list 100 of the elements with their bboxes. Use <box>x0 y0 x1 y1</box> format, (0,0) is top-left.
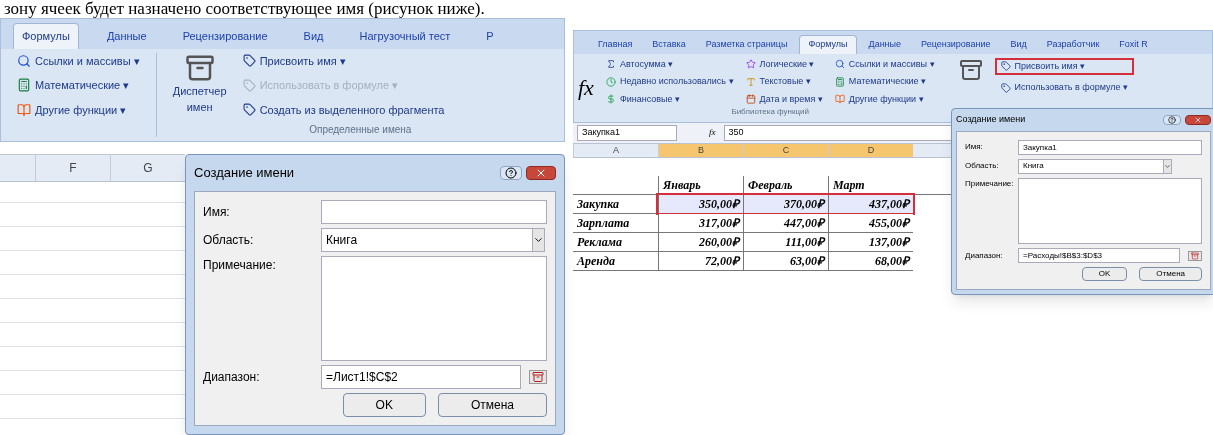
ribbon-menu-button[interactable]: Математические ▾ <box>17 77 140 94</box>
comment-field[interactable] <box>321 255 547 361</box>
tag-icon <box>242 78 256 92</box>
table-cell: 63,00₽ <box>743 252 828 270</box>
ribbon-menu-button[interactable]: Ссылки и массивы ▾ <box>834 57 935 71</box>
ribbon-menu-button[interactable]: Недавно использовались ▾ <box>605 75 734 89</box>
dropdown-value: Книга <box>326 231 358 249</box>
table-cell-text: Реклама <box>576 234 623 251</box>
field-label: Область: <box>965 160 1000 172</box>
clock-icon <box>605 76 616 87</box>
field-label: Область: <box>203 231 255 249</box>
ribbon-menu-button[interactable]: Дата и время ▾ <box>745 92 823 106</box>
ribbon-tab[interactable]: Разработчик <box>1038 36 1108 54</box>
ribbon-tab[interactable]: Рецензирование <box>913 36 999 54</box>
scope-dropdown[interactable]: Книга <box>321 227 545 252</box>
ribbon-menu-button[interactable]: Логические ▾ <box>745 57 823 71</box>
magnifier-icon <box>834 59 845 70</box>
collapse-dialog-button[interactable] <box>529 370 547 384</box>
calendar-icon <box>745 94 756 105</box>
column-header[interactable]: F <box>35 155 110 181</box>
field-label: Диапазон: <box>203 369 261 386</box>
ribbon-tab[interactable]: Формулы <box>799 35 857 54</box>
tag-icon <box>242 54 256 68</box>
range-input-field[interactable]: =Расходы!$B$3:$D$3 <box>1018 248 1180 263</box>
ribbon-menu-button[interactable]: Финансовые ▾ <box>605 92 734 106</box>
ribbon-menu-button[interactable]: Другие функции ▾ <box>17 101 140 118</box>
tag-icon <box>1000 82 1011 93</box>
dialog-title: Создание имени <box>194 164 295 182</box>
table-header-cell: Февраль <box>743 176 828 194</box>
table-cell: 437,00₽ <box>828 195 913 213</box>
ribbon-menu-button[interactable]: Автосумма ▾ <box>605 57 734 71</box>
table-cell: 370,00₽ <box>743 195 828 213</box>
field-label: Имя: <box>965 141 984 153</box>
ribbon-menu-button[interactable]: Математические ▾ <box>834 75 935 89</box>
close-button[interactable] <box>526 165 556 180</box>
table-cell: 137,00₽ <box>828 233 913 251</box>
ribbon-command[interactable]: Присвоить имя ▾ <box>994 57 1134 75</box>
ribbon-tab[interactable]: Данные <box>860 36 910 54</box>
name-input-field[interactable] <box>321 199 547 224</box>
letter-icon <box>745 76 756 87</box>
ribbon-tab[interactable]: Рецензирование <box>174 24 276 49</box>
ribbon-command[interactable]: Присвоить имя ▾ <box>242 52 445 69</box>
ribbon-tab[interactable]: Вставка <box>644 36 694 54</box>
collapse-dialog-button[interactable] <box>1188 250 1202 261</box>
help-button[interactable] <box>500 165 522 180</box>
help-icon <box>505 166 517 179</box>
table-header-cell: Март <box>828 176 913 194</box>
range-input-field[interactable]: =Лист1!$C$2 <box>321 365 521 389</box>
magnifier-icon <box>17 53 31 68</box>
table-cell-text: Закупка <box>576 196 620 213</box>
ribbon-menu-button[interactable]: Текстовые ▾ <box>745 75 823 89</box>
ribbon-tab[interactable]: Формулы <box>13 23 79 49</box>
dialog-title: Создание имени <box>956 113 1026 126</box>
name-input-field[interactable]: Закупка1 <box>1018 139 1202 155</box>
dialog-button[interactable]: OK <box>1081 267 1128 281</box>
ribbon-menu-button[interactable]: Ссылки и массивы ▾ <box>17 52 140 69</box>
scope-dropdown[interactable]: Книга <box>1018 158 1173 174</box>
star-icon <box>745 59 756 70</box>
table-cell: 68,00₽ <box>828 252 913 270</box>
ribbon-command[interactable]: Создать из выделенного фрагмента <box>242 101 445 118</box>
name-box[interactable]: Закупка1 <box>577 125 677 141</box>
help-icon <box>1168 115 1176 124</box>
table-cell: 317,00₽ <box>658 214 743 232</box>
table-cell: 455,00₽ <box>828 214 913 232</box>
ribbon-tab[interactable]: Главная <box>590 36 641 54</box>
book-icon <box>17 102 31 117</box>
table-cell: 350,00₽ <box>658 195 743 213</box>
ribbon-tab[interactable]: Данные <box>98 24 155 49</box>
ribbon-tab[interactable]: Foxit R <box>1111 36 1156 54</box>
ribbon-tab[interactable]: Р <box>478 24 502 49</box>
comment-field[interactable] <box>1018 177 1202 244</box>
dialog-button[interactable]: Отмена <box>437 393 547 417</box>
ribbon-tab[interactable]: Нагрузочный тест <box>351 24 459 49</box>
dollar-icon <box>605 94 616 105</box>
formula-label: fx <box>709 126 716 139</box>
ribbon-menu-button[interactable]: Другие функции ▾ <box>834 92 935 106</box>
dropdown-value: Книга <box>1023 160 1044 172</box>
ribbon-tab[interactable]: Разметка страницы <box>697 36 796 54</box>
book-icon <box>834 94 845 105</box>
table-cell-text: Аренда <box>575 253 616 270</box>
close-icon <box>1194 115 1202 124</box>
dialog-button[interactable]: OK <box>342 393 426 417</box>
ribbon-tab[interactable]: Вид <box>295 24 332 49</box>
field-label: Примечание: <box>203 256 277 274</box>
help-button[interactable] <box>1163 114 1181 125</box>
field-label: Имя: <box>203 203 231 221</box>
table-cell: 260,00₽ <box>658 233 743 251</box>
dialog-button[interactable]: Отмена <box>1139 267 1202 281</box>
calculator-icon <box>17 78 31 93</box>
ribbon-command[interactable]: Использовать в формуле ▾ <box>994 79 1134 97</box>
ribbon-tab[interactable]: Вид <box>1002 36 1035 54</box>
close-button[interactable] <box>1185 114 1211 125</box>
field-label: Диапазон: <box>965 249 1004 262</box>
article-text: зону ячеек будет назначено соответствующее имя (рисунок ниже). <box>3 0 486 18</box>
tag-icon <box>242 103 256 117</box>
tag-icon <box>1000 61 1011 72</box>
insert-function-button[interactable]: fx <box>578 57 594 118</box>
group-label: Определенные имена <box>308 123 413 137</box>
name-manager-button[interactable]: Диспетчер имен <box>164 52 235 118</box>
sigma-icon <box>605 59 616 70</box>
